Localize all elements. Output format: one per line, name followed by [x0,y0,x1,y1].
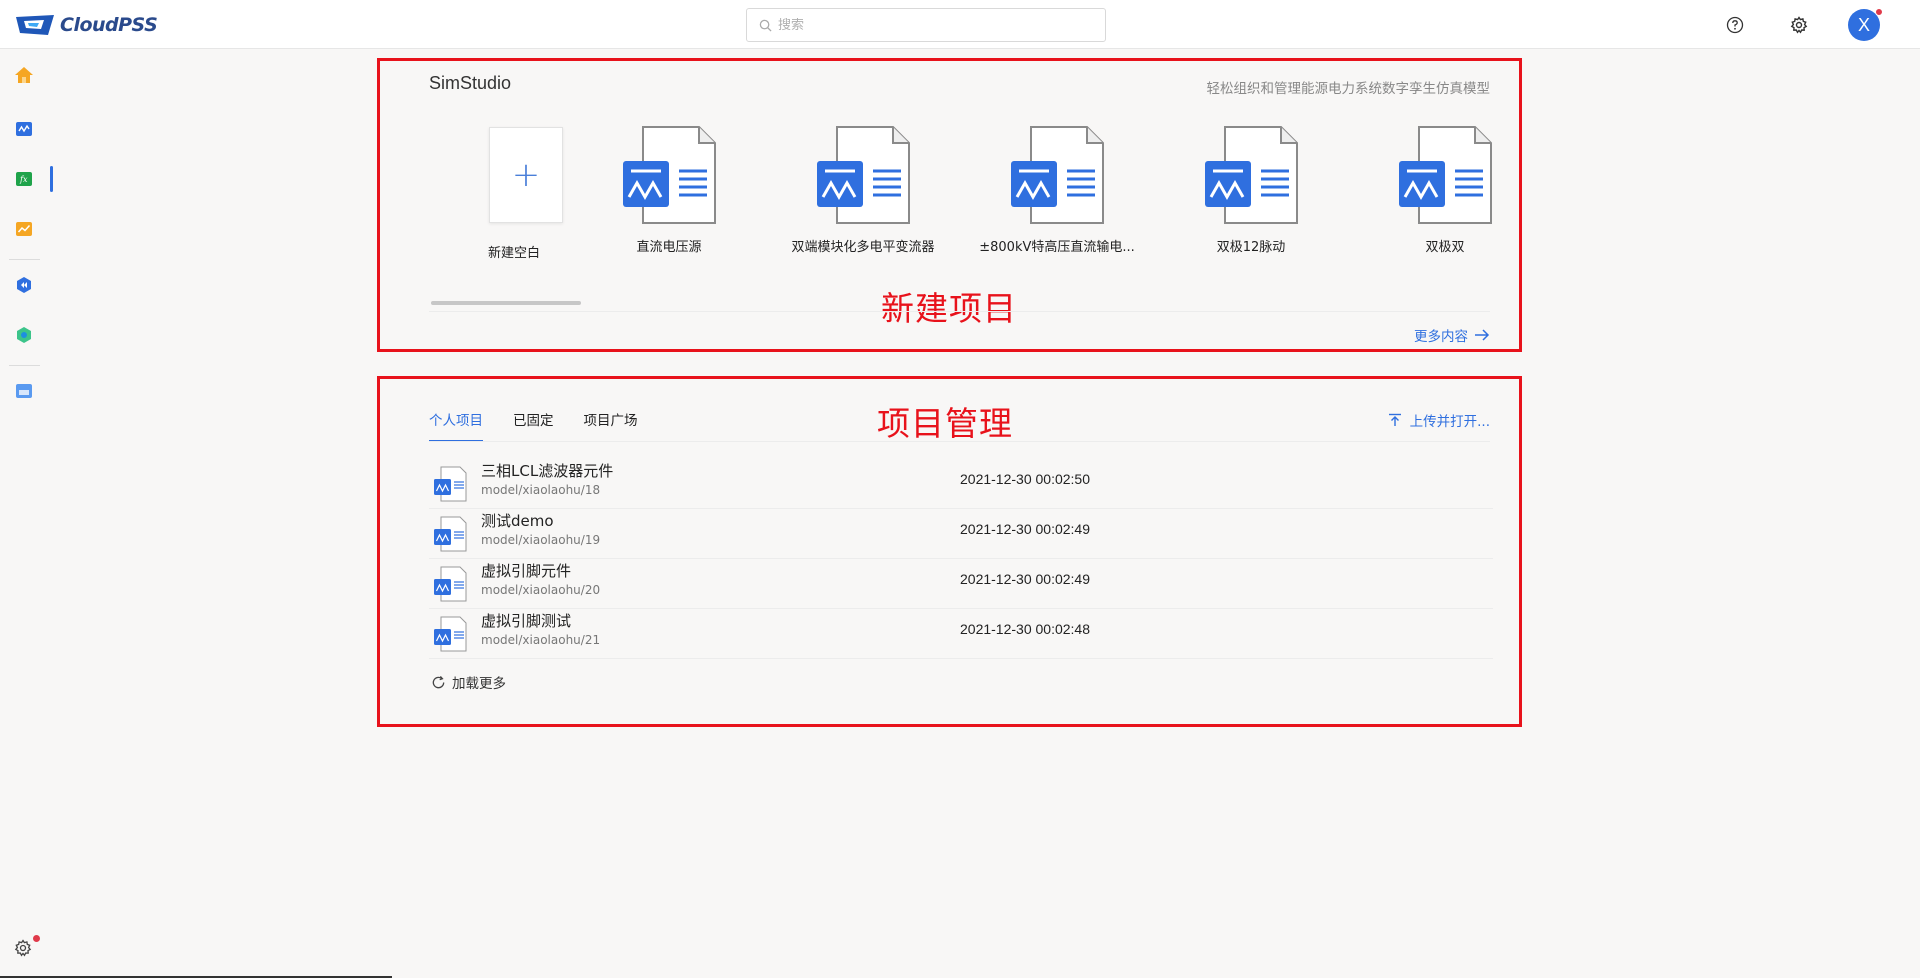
project-timestamp: 2021-12-30 00:02:49 [960,521,1090,537]
sidebar-divider [9,365,40,366]
model-document-icon [1011,126,1104,224]
annotation-project-management: 项目管理 [877,404,1013,443]
search-input[interactable] [778,17,1078,33]
annotation-new-project: 新建项目 [881,289,1017,328]
project-name[interactable]: 虚拟引脚测试 [481,610,571,631]
tab-project-square[interactable]: 项目广场 [584,409,638,441]
upload-open-label: 上传并打开... [1409,414,1490,430]
template-card[interactable]: 双极双 [1360,125,1493,265]
simstudio-icon[interactable] [12,117,36,141]
template-label: ±800kV特高压直流输电... [979,240,1135,255]
model-document-icon [434,566,467,602]
upload-open-button[interactable]: 上传并打开... [1388,410,1490,430]
refresh-icon [432,675,445,688]
project-timestamp: 2021-12-30 00:02:48 [960,621,1090,637]
tab-pinned[interactable]: 已固定 [513,409,554,441]
plus-icon: + [489,127,563,223]
model-document-icon [817,126,910,224]
model-document-icon [1205,126,1298,224]
project-name[interactable]: 虚拟引脚元件 [481,560,571,581]
simstudio-title: SimStudio [429,73,512,93]
load-more-button[interactable]: 加载更多 [431,672,506,692]
model-document-icon [623,126,716,224]
project-row[interactable]: 测试demo model/xiaolaohu/19 2021-12-30 00:… [429,509,1493,559]
template-card[interactable]: 双极12脉动 [1166,125,1336,265]
hexagon-app-icon[interactable] [12,323,36,347]
notification-dot [33,935,40,942]
function-studio-icon[interactable]: fx [12,167,36,191]
home-icon[interactable] [12,63,36,87]
more-content-label: 更多内容 [1414,329,1468,345]
project-row[interactable]: 虚拟引脚测试 model/xiaolaohu/21 2021-12-30 00:… [429,609,1493,659]
svg-text:fx: fx [19,175,28,184]
arrow-right-icon [1475,329,1490,341]
model-document-icon [1399,126,1492,224]
template-carousel: + 新建空白 直流电压源 双端模块化多电平变流器 ±800kV特高压直流输电..… [429,125,1493,265]
sidebar: fx [0,49,53,978]
search-box[interactable] [746,8,1106,42]
template-label: 直流电压源 [636,240,702,255]
avatar-letter: X [1857,14,1870,35]
help-icon[interactable] [1724,14,1746,36]
top-bar: CloudPSS X [0,0,1920,49]
project-row[interactable]: 虚拟引脚元件 model/xiaolaohu/20 2021-12-30 00:… [429,559,1493,609]
project-timestamp: 2021-12-30 00:02:50 [960,471,1090,487]
logo-text: CloudPSS [60,14,158,36]
model-document-icon [434,616,467,652]
sidebar-active-indicator [50,166,53,192]
simstudio-subtitle: 轻松组织和管理能源电力系统数字孪生仿真模型 [1206,81,1491,97]
project-management-panel: 个人项目 已固定 项目广场 项目管理 上传并打开... 三相LCL滤波器元件 m… [377,376,1522,727]
project-timestamp: 2021-12-30 00:02:49 [960,571,1090,587]
template-card[interactable]: 直流电压源 [584,125,754,265]
sidebar-divider [9,259,40,260]
settings-icon[interactable] [14,939,36,961]
divider [429,311,1490,312]
logo-icon [16,15,54,35]
simstudio-panel: SimStudio 轻松组织和管理能源电力系统数字孪生仿真模型 + 新建空白 直… [377,58,1522,352]
template-label: 双极双 [1425,240,1465,255]
model-document-icon [434,516,467,552]
cloudpss-logo[interactable]: CloudPSS [14,13,158,37]
template-card[interactable]: 双端模块化多电平变流器 [778,125,948,265]
settings-icon[interactable] [1788,14,1810,36]
template-card[interactable]: ±800kV特高压直流输电... [972,125,1142,265]
template-label: 双端模块化多电平变流器 [791,240,935,255]
new-blank-label: 新建空白 [487,246,540,261]
carousel-scrollbar[interactable] [431,301,581,305]
project-path: model/xiaolaohu/20 [481,583,601,597]
notification-dot [1875,8,1883,16]
template-label: 双极12脉动 [1216,240,1286,255]
file-icon[interactable] [12,379,36,403]
project-row[interactable]: 三相LCL滤波器元件 model/xiaolaohu/18 2021-12-30… [429,459,1493,509]
new-blank-card[interactable]: + 新建空白 [429,125,599,265]
search-icon [759,19,772,32]
project-list: 三相LCL滤波器元件 model/xiaolaohu/18 2021-12-30… [429,459,1493,659]
component-icon[interactable] [12,273,36,297]
tab-personal-projects[interactable]: 个人项目 [429,409,483,442]
more-content-link[interactable]: 更多内容 [1414,325,1490,345]
model-document-icon [434,466,467,502]
chart-app-icon[interactable] [12,217,36,241]
project-name[interactable]: 测试demo [481,510,554,531]
project-name[interactable]: 三相LCL滤波器元件 [481,460,613,481]
upload-icon [1388,413,1401,426]
project-tabs: 个人项目 已固定 项目广场 [429,409,668,442]
project-path: model/xiaolaohu/19 [481,533,601,547]
project-path: model/xiaolaohu/21 [481,633,601,647]
project-path: model/xiaolaohu/18 [481,483,601,497]
load-more-label: 加载更多 [452,676,506,692]
user-avatar[interactable]: X [1848,8,1883,41]
